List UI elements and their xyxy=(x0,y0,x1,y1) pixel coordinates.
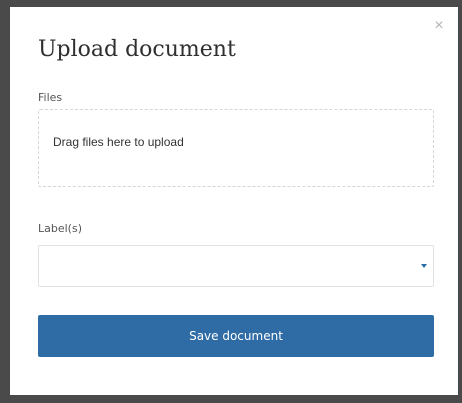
close-icon[interactable]: × xyxy=(432,18,446,34)
files-label: Files xyxy=(38,91,63,104)
caret-down-icon xyxy=(421,264,427,268)
file-dropzone[interactable]: Drag files here to upload xyxy=(38,109,434,187)
labels-select[interactable] xyxy=(38,245,434,287)
dialog-title: Upload document xyxy=(38,37,236,62)
labels-label: Label(s) xyxy=(38,222,82,235)
upload-document-dialog: × Upload document Files Drag files here … xyxy=(10,7,458,395)
dropzone-text: Drag files here to upload xyxy=(53,135,184,149)
save-document-button[interactable]: Save document xyxy=(38,315,434,357)
